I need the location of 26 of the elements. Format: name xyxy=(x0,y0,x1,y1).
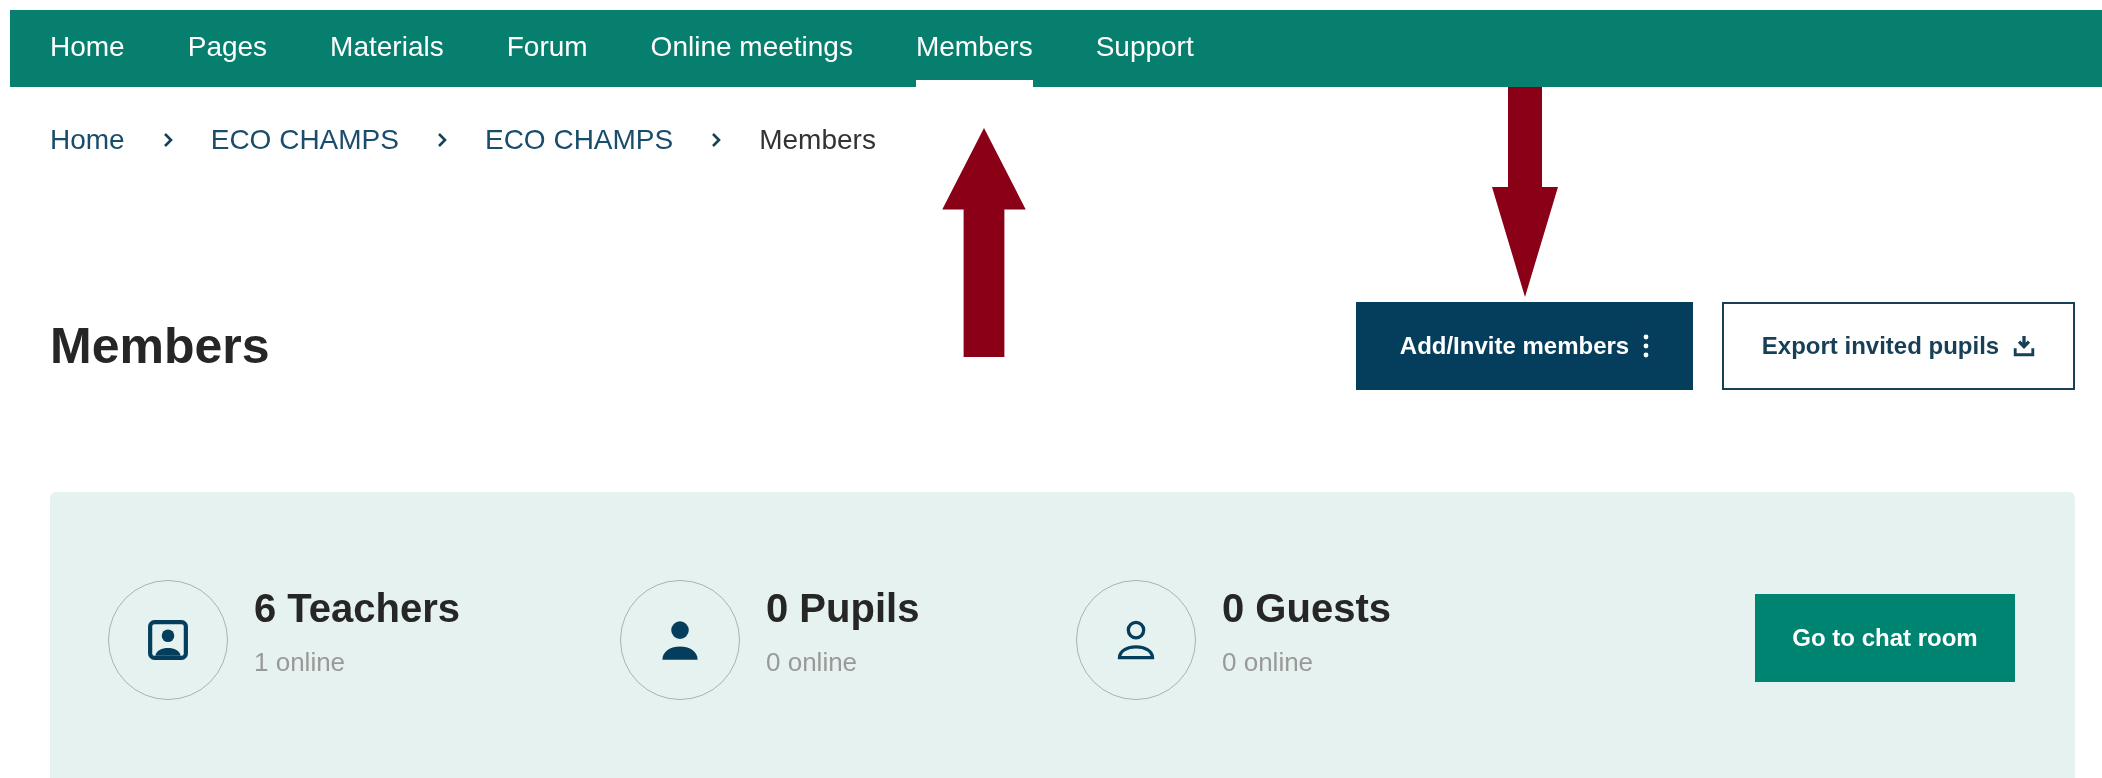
add-invite-button[interactable]: Add/Invite members xyxy=(1356,302,1693,390)
more-vertical-icon xyxy=(1643,333,1650,359)
nav-tab[interactable]: Home xyxy=(50,10,125,87)
member-count: 6 Teachers xyxy=(254,586,461,631)
breadcrumb-link[interactable]: ECO CHAMPS xyxy=(484,124,674,156)
online-count: 0 online xyxy=(766,647,859,678)
nav-tab[interactable]: Materials xyxy=(330,10,444,87)
online-count: 1 online xyxy=(254,647,347,678)
chat-room-button[interactable]: Go to chat room xyxy=(1755,594,2015,682)
breadcrumb-current: Members xyxy=(759,124,876,156)
member-count: 0 Pupils xyxy=(766,586,920,631)
page-title: Members xyxy=(50,317,270,375)
member-count: 0 Guests xyxy=(1222,586,1391,631)
nav-tab[interactable]: Pages xyxy=(187,10,268,87)
nav-tab[interactable]: Support xyxy=(1095,10,1194,87)
breadcrumb-link[interactable]: Home xyxy=(50,124,125,156)
breadcrumb-link[interactable]: ECO CHAMPS xyxy=(210,124,399,156)
chevron-icon xyxy=(435,132,448,148)
nav-tab[interactable]: Online meetings xyxy=(650,10,853,87)
export-button[interactable]: Export invited pupils xyxy=(1722,302,2075,390)
nav-tab[interactable]: Members xyxy=(915,10,1033,87)
download-icon xyxy=(2013,335,2036,357)
nav-tab[interactable]: Forum xyxy=(506,10,588,87)
chevron-icon xyxy=(161,132,174,148)
online-count: 0 online xyxy=(1222,647,1315,678)
chevron-icon xyxy=(710,132,723,148)
